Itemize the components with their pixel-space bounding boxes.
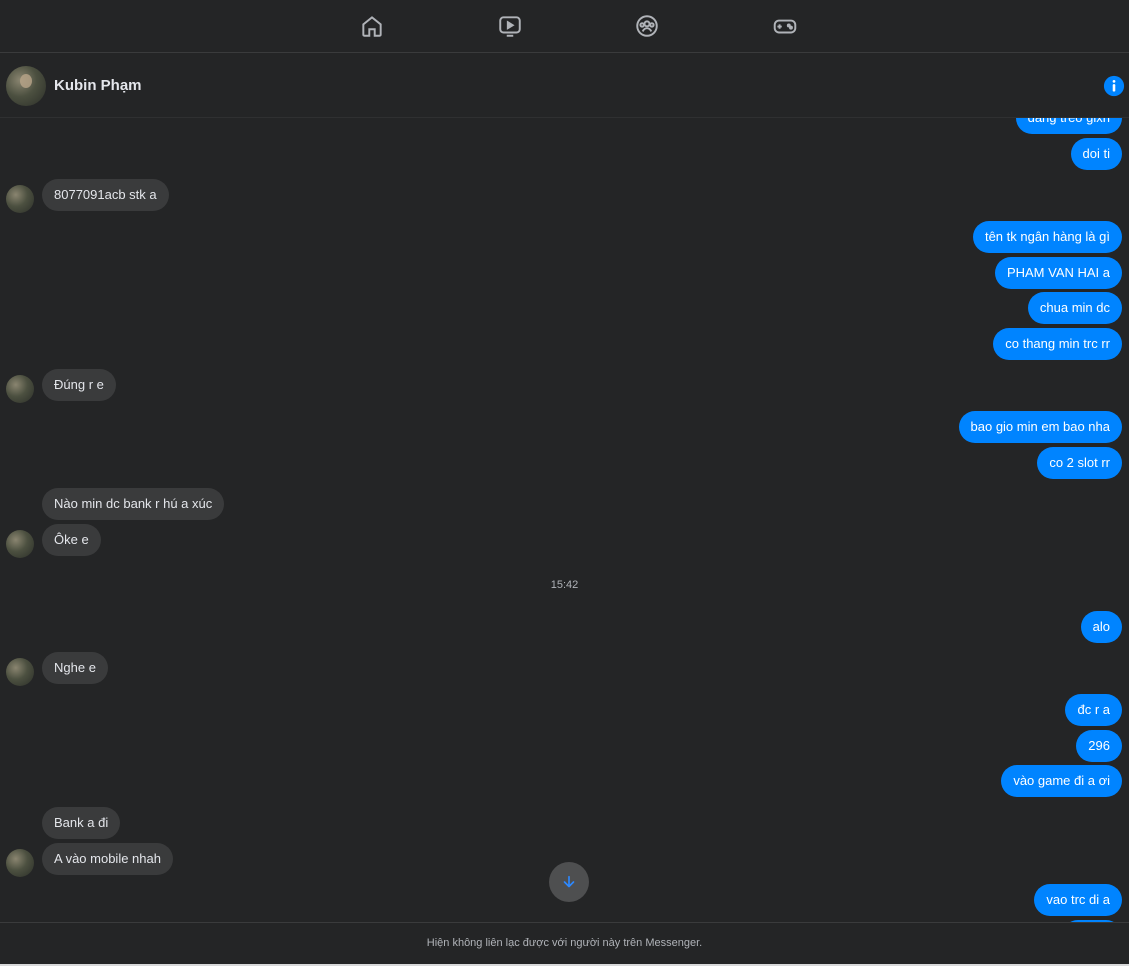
chat-header: Kubin Phạm <box>0 54 1129 118</box>
contact-avatar[interactable] <box>6 66 46 106</box>
arrow-down-icon <box>563 875 575 888</box>
unavailable-notice: Hiện không liên lạc được với người này t… <box>0 922 1129 964</box>
groups-icon[interactable] <box>633 12 661 40</box>
home-icon[interactable] <box>358 12 386 40</box>
outgoing-message[interactable]: bao gio min em bao nha <box>958 411 1122 443</box>
incoming-message[interactable]: Ôke e <box>42 524 101 556</box>
top-navigation-bar <box>0 0 1129 53</box>
gaming-icon[interactable] <box>771 12 799 40</box>
incoming-message[interactable]: 8077091acb stk a <box>42 179 169 211</box>
contact-avatar-small[interactable] <box>6 375 34 403</box>
outgoing-message[interactable]: dang treo gixh <box>1015 118 1122 134</box>
contact-avatar-small[interactable] <box>6 185 34 213</box>
message-timestamp: 15:42 <box>550 579 579 591</box>
outgoing-message[interactable]: co thang min trc rr <box>993 328 1122 360</box>
contact-avatar-small[interactable] <box>6 530 34 558</box>
incoming-message[interactable]: A vào mobile nhah <box>42 843 173 875</box>
incoming-message[interactable]: Nào min dc bank r hú a xúc <box>42 488 225 520</box>
incoming-message[interactable]: Đúng r e <box>42 369 116 401</box>
outgoing-message[interactable]: PHAM VAN HAI a <box>994 257 1122 289</box>
outgoing-message[interactable]: đc r a <box>1065 694 1122 726</box>
contact-avatar-small[interactable] <box>6 849 34 877</box>
incoming-message[interactable]: Bank a đi <box>42 807 121 839</box>
outgoing-message[interactable]: tên tk ngân hàng là gì <box>972 221 1122 253</box>
outgoing-message[interactable]: alo <box>1080 611 1122 643</box>
outgoing-message[interactable]: doi ti <box>1070 138 1122 170</box>
outgoing-message[interactable]: 296 <box>1076 730 1122 762</box>
contact-avatar-small[interactable] <box>6 658 34 686</box>
outgoing-message[interactable]: co 2 slot rr <box>1037 447 1122 479</box>
message-thread[interactable]: dang treo gixh doi ti 8077091acb stk a t… <box>0 118 1129 922</box>
outgoing-message[interactable]: chua min dc <box>1027 292 1122 324</box>
scroll-to-bottom-button[interactable] <box>549 862 589 902</box>
incoming-message[interactable]: Nghe e <box>42 652 108 684</box>
outgoing-message[interactable]: vao trc di a <box>1034 884 1122 916</box>
info-icon[interactable] <box>1103 75 1125 97</box>
contact-name[interactable]: Kubin Phạm <box>54 77 142 94</box>
outgoing-message[interactable]: vào game đi a ơi <box>1001 765 1122 797</box>
watch-icon[interactable] <box>496 12 524 40</box>
